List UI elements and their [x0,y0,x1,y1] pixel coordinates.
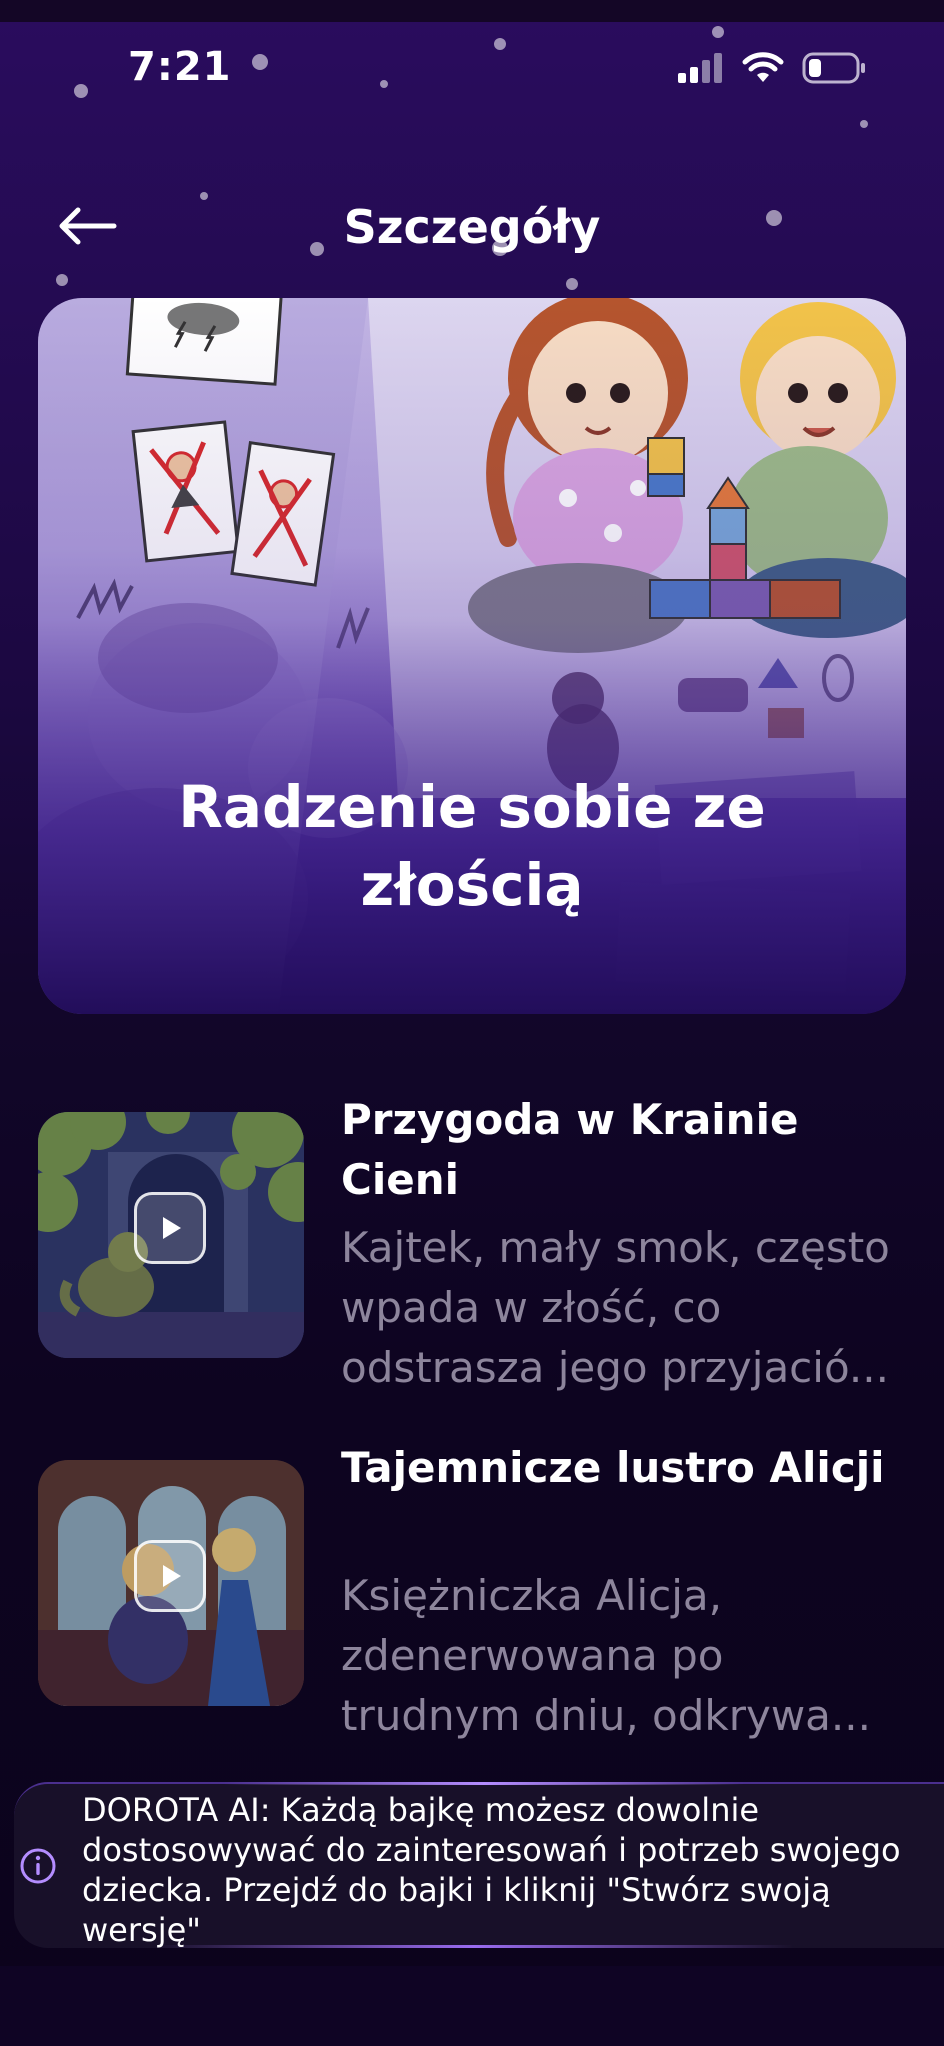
info-icon [20,1848,56,1884]
star-decoration [712,26,724,38]
wifi-icon [742,52,784,82]
battery-icon [802,52,865,84]
story-thumbnail[interactable] [38,1460,304,1706]
star-decoration [860,120,868,128]
story-description: Kajtek, mały smok, często wpada w złość,… [341,1223,890,1392]
topic-hero-card: Radzenie sobie ze złością [38,298,906,1014]
story-title: Przygoda w Krainie Cieni [341,1095,799,1204]
play-icon [163,1565,181,1587]
story-title: Tajemnicze lustro Alicji [341,1443,885,1492]
story-list-item[interactable]: Tajemnicze lustro Alicji Księżniczka Ali… [38,1438,908,1758]
story-list-item[interactable]: Przygoda w Krainie Cieni Kajtek, mały sm… [38,1090,908,1410]
cellular-signal-icon [678,53,722,83]
star-decoration [74,84,88,98]
ai-hint-text: DOROTA AI: Każdą bajkę możesz dowolnie d… [82,1791,901,1949]
status-icons [676,50,866,86]
play-button[interactable] [134,1540,206,1612]
banner-glow-top [224,1782,744,1785]
star-decoration [200,192,208,200]
star-decoration [380,80,388,88]
bottom-edge [0,1966,944,2046]
star-decoration [252,54,268,70]
app-screen: 7:21 Szczegóły Radzenie sobie ze złością… [0,0,944,2046]
play-icon [163,1217,181,1239]
star-decoration [494,38,506,50]
star-decoration [566,278,578,290]
star-decoration [56,274,68,286]
hero-title: Radzenie sobie ze złością [178,773,766,919]
story-description: Księżniczka Alicja, zdenerwowana po trud… [341,1571,871,1740]
story-thumbnail[interactable] [38,1112,304,1358]
ai-hint-banner[interactable]: DOROTA AI: Każdą bajkę możesz dowolnie d… [14,1782,944,1949]
page-title: Szczegóły [343,200,601,254]
status-time: 7:21 [128,44,232,90]
play-button[interactable] [134,1192,206,1264]
top-edge [0,0,944,22]
